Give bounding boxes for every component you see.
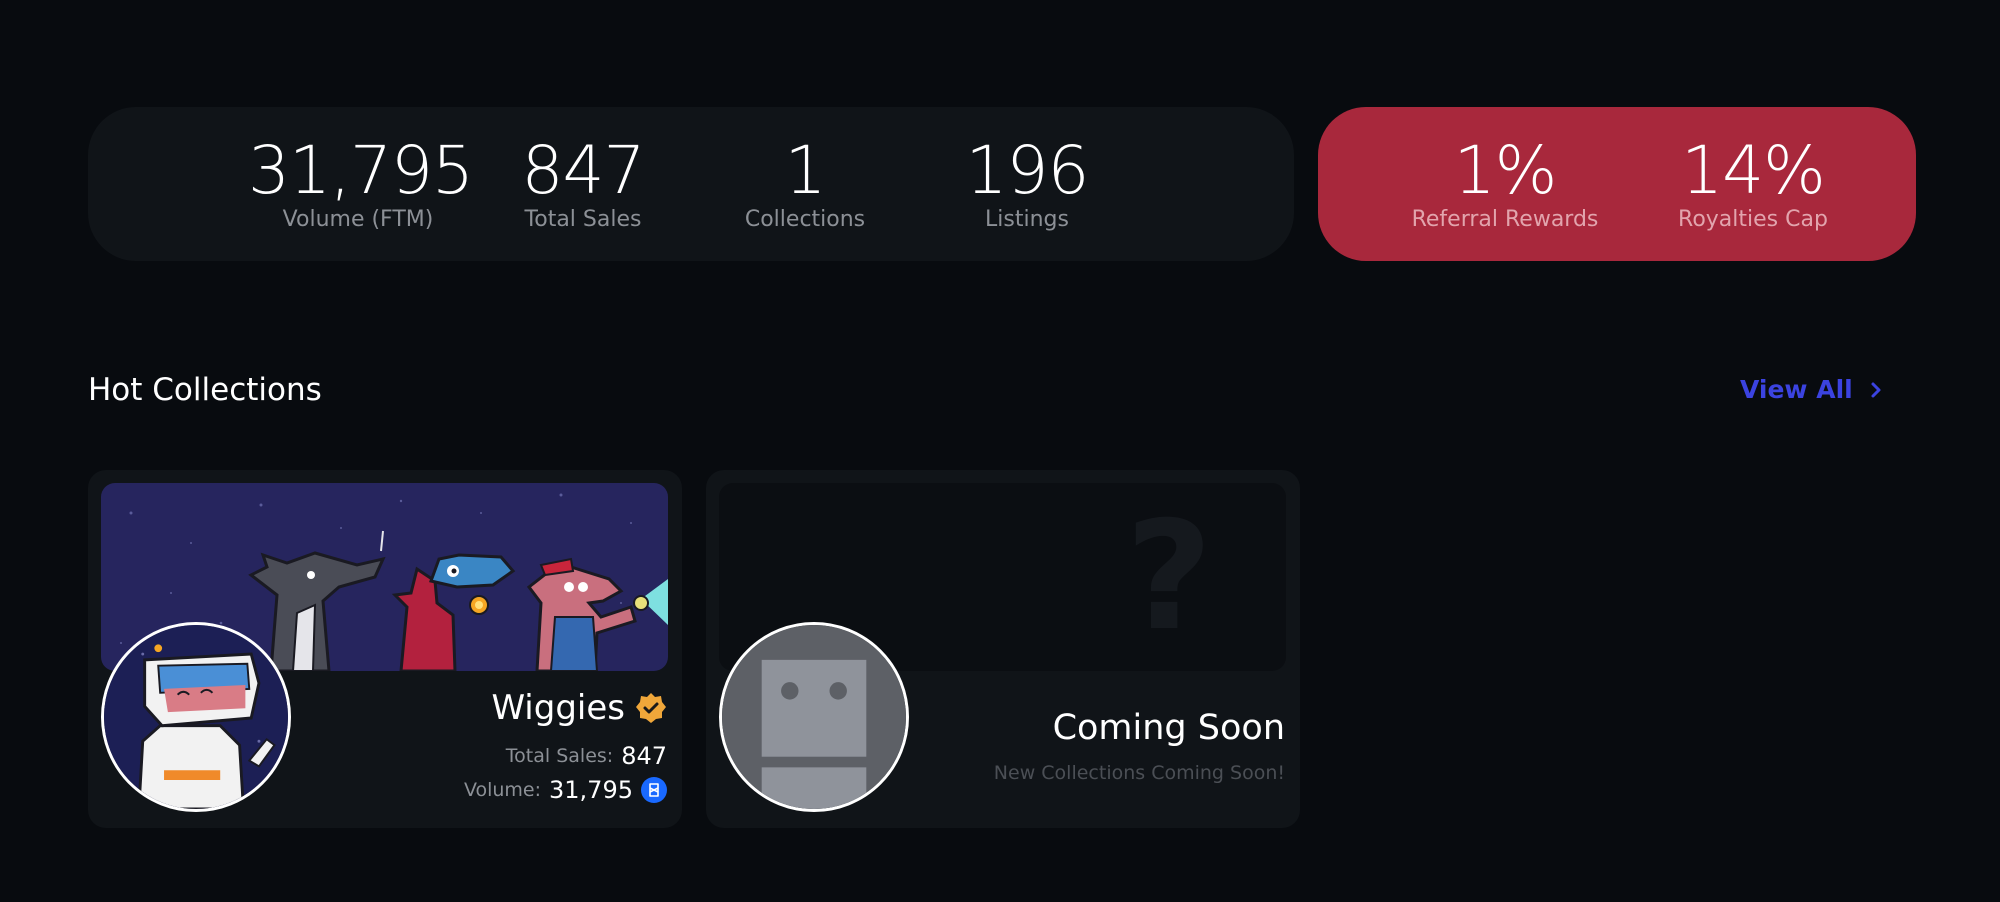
stat-label: Collections: [744, 207, 866, 232]
stat-value: 196: [965, 132, 1090, 209]
collection-card-wiggies[interactable]: Wiggies Total Sales: 847 Volume: 31,795: [88, 470, 682, 828]
marketplace-stats-panel: 31,795 Volume (FTM) 847 Total Sales 1 Co…: [88, 107, 1294, 261]
page: 31,795 Volume (FTM) 847 Total Sales 1 Co…: [0, 0, 2000, 902]
stat-label: Referral Rewards: [1411, 207, 1599, 232]
total-sales-row: Total Sales: 847: [506, 742, 667, 770]
stat-label: Listings: [985, 207, 1069, 232]
view-all-link[interactable]: View All: [1740, 372, 1885, 408]
stat-listings: 196 Listings: [917, 131, 1137, 235]
stat-label: Total Sales: [524, 207, 642, 232]
astronaut-wolf-avatar: [104, 625, 288, 809]
coming-soon-title: Coming Soon: [1052, 708, 1285, 748]
collection-avatar: [101, 622, 291, 812]
fantom-icon: [641, 777, 667, 803]
stat-referral-rewards: 1% Referral Rewards: [1390, 131, 1620, 235]
fees-panel: 1% Referral Rewards 14% Royalties Cap: [1318, 107, 1916, 261]
collection-title-row: Wiggies: [491, 686, 667, 730]
view-all-label: View All: [1740, 375, 1853, 404]
question-mark-glyph: ?: [1125, 490, 1212, 664]
robot-placeholder-icon: [722, 625, 906, 809]
stat-value: 847: [521, 132, 646, 209]
total-sales-value: 847: [621, 742, 667, 770]
stat-royalties-cap: 14% Royalties Cap: [1638, 131, 1868, 235]
hot-collections-title: Hot Collections: [88, 372, 322, 408]
stat-value: 1%: [1453, 132, 1558, 209]
stat-label: Royalties Cap: [1678, 207, 1828, 232]
stat-collections: 1 Collections: [695, 131, 915, 235]
chevron-right-icon: [1871, 382, 1881, 398]
collection-name[interactable]: Wiggies: [491, 686, 625, 730]
total-sales-label: Total Sales:: [505, 745, 614, 767]
stat-value: 14%: [1681, 132, 1826, 209]
verified-badge-icon: [636, 693, 666, 723]
stat-value: 31,795: [248, 132, 474, 209]
volume-row: Volume: 31,795: [464, 776, 667, 804]
stat-value: 1: [784, 132, 827, 209]
coming-soon-subtitle: New Collections Coming Soon!: [993, 762, 1285, 784]
volume-value: 31,795: [549, 776, 633, 804]
collection-card-coming-soon[interactable]: ? Coming Soon New Collections Coming Soo…: [706, 470, 1300, 828]
stat-total-sales: 847 Total Sales: [473, 131, 693, 235]
volume-label: Volume:: [463, 779, 542, 801]
placeholder-avatar: [719, 622, 909, 812]
stat-volume: 31,795 Volume (FTM): [248, 131, 474, 235]
